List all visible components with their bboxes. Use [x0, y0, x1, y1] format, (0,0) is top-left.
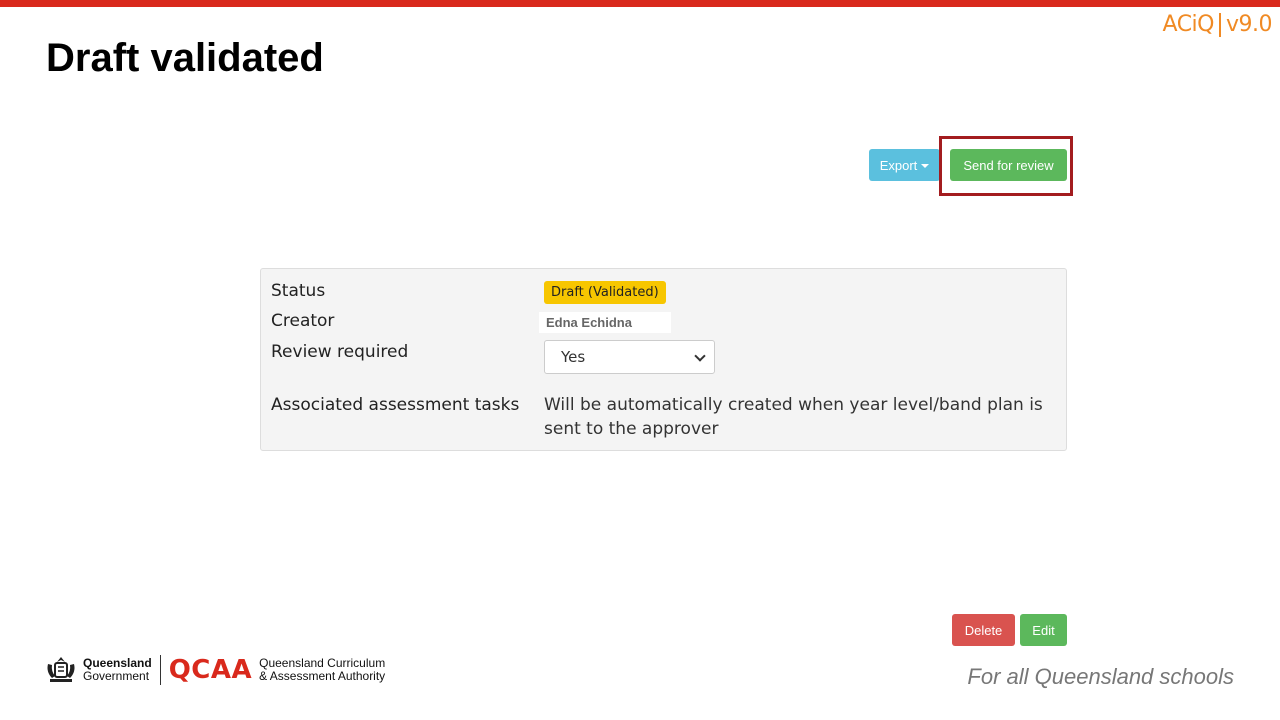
logo-divider: [159, 655, 161, 685]
send-for-review-button[interactable]: Send for review: [950, 149, 1067, 181]
qgov-line2: Government: [83, 669, 150, 683]
details-panel: Status Draft (Validated) Creator Edna Ec…: [260, 268, 1067, 451]
aciq-logo-text: ACiQ: [1162, 12, 1215, 37]
top-accent-bar: [0, 0, 1280, 7]
creator-value: Edna Echidna: [539, 312, 671, 333]
qcaa-logo: QCAA: [168, 655, 253, 685]
page-title: Draft validated: [46, 36, 324, 80]
status-label: Status: [271, 281, 326, 301]
review-required-value: Yes: [561, 348, 586, 366]
chevron-down-icon: [694, 350, 706, 362]
associated-tasks-label: Associated assessment tasks: [271, 395, 520, 415]
export-dropdown-button[interactable]: Export: [869, 149, 940, 181]
aciq-logo: ACiQ v9.0: [1162, 12, 1273, 37]
delete-button[interactable]: Delete: [952, 614, 1015, 646]
footer-logos: Queensland Government QCAA Queensland Cu…: [44, 654, 385, 686]
aciq-version: v9.0: [1225, 12, 1273, 37]
edit-button[interactable]: Edit: [1020, 614, 1067, 646]
qcaa-line2: & Assessment Authority: [259, 669, 386, 683]
creator-label: Creator: [271, 311, 335, 331]
export-label: Export: [879, 157, 918, 173]
qcaa-name: Queensland Curriculum & Assessment Autho…: [259, 657, 385, 683]
caret-down-icon: [921, 163, 930, 168]
review-required-select[interactable]: Yes: [544, 340, 715, 374]
tagline: For all Queensland schools: [967, 664, 1234, 689]
logo-divider: [1218, 12, 1221, 37]
review-required-label: Review required: [271, 342, 409, 362]
queensland-government-text: Queensland Government: [83, 657, 152, 683]
associated-tasks-value: Will be automatically created when year …: [544, 395, 1043, 439]
queensland-crest-icon: [47, 657, 75, 682]
status-badge: Draft (Validated): [544, 281, 666, 304]
